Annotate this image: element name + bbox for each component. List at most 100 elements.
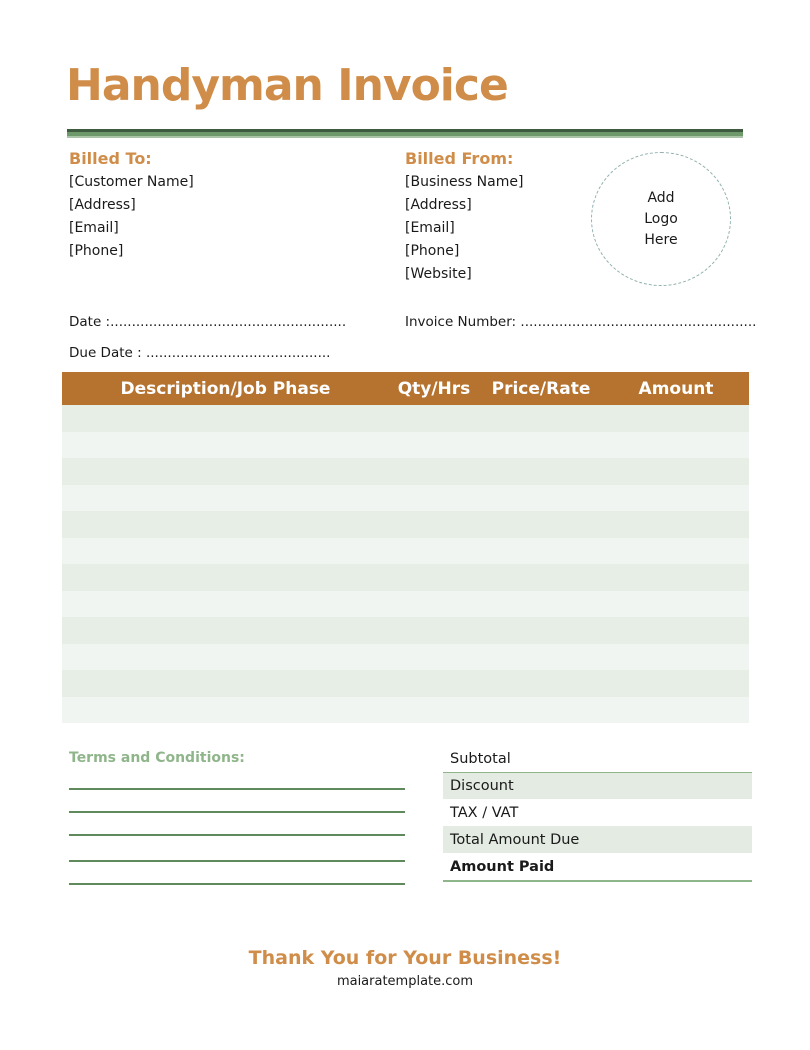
price-cell[interactable]	[479, 432, 603, 459]
description-cell[interactable]	[62, 564, 389, 591]
qty-cell[interactable]	[389, 644, 479, 671]
table-row	[62, 564, 749, 591]
business-website-field[interactable]: [Website]	[405, 263, 523, 286]
amount-cell[interactable]	[603, 670, 749, 697]
qty-cell[interactable]	[389, 697, 479, 724]
description-cell[interactable]	[62, 538, 389, 565]
customer-address-field[interactable]: [Address]	[69, 194, 194, 217]
totals-row-total-due[interactable]: Total Amount Due	[443, 826, 752, 853]
qty-cell[interactable]	[389, 485, 479, 512]
tax-label: TAX / VAT	[450, 804, 519, 821]
customer-name-field[interactable]: [Customer Name]	[69, 171, 194, 194]
date-value[interactable]: ........................................…	[110, 314, 346, 330]
amount-cell[interactable]	[603, 458, 749, 485]
date-field[interactable]: Date :..................................…	[69, 312, 346, 332]
price-cell[interactable]	[479, 538, 603, 565]
website-credit: maiaratemplate.com	[336, 974, 474, 989]
terms-input-line[interactable]	[69, 811, 405, 813]
table-row	[62, 431, 749, 459]
price-cell[interactable]	[479, 617, 603, 644]
totals-row-subtotal[interactable]: Subtotal	[443, 745, 752, 772]
amount-cell[interactable]	[603, 538, 749, 565]
description-cell[interactable]	[62, 485, 389, 512]
terms-input-line[interactable]	[69, 834, 405, 836]
price-cell[interactable]	[479, 405, 603, 432]
terms-input-line[interactable]	[69, 860, 405, 862]
description-cell[interactable]	[62, 591, 389, 618]
amount-cell[interactable]	[603, 564, 749, 591]
qty-cell[interactable]	[389, 432, 479, 459]
invoice-title: Handyman Invoice	[66, 60, 509, 111]
price-cell[interactable]	[479, 670, 603, 697]
table-row	[62, 405, 749, 432]
customer-email-field[interactable]: [Email]	[69, 217, 194, 240]
price-cell[interactable]	[479, 697, 603, 724]
qty-cell[interactable]	[389, 591, 479, 618]
price-cell[interactable]	[479, 458, 603, 485]
qty-cell[interactable]	[389, 458, 479, 485]
table-row	[62, 590, 749, 618]
column-header-qty: Qty/Hrs	[397, 378, 471, 399]
customer-phone-field[interactable]: [Phone]	[69, 240, 194, 263]
logo-placeholder[interactable]: Add Logo Here	[591, 152, 731, 286]
items-table: Description/Job Phase Qty/Hrs Price/Rate…	[62, 372, 749, 723]
totals-row-discount[interactable]: Discount	[443, 772, 752, 799]
terms-heading: Terms and Conditions:	[69, 750, 245, 766]
billed-to-heading: Billed To:	[69, 149, 152, 168]
qty-cell[interactable]	[389, 670, 479, 697]
terms-input-line[interactable]	[69, 883, 405, 885]
qty-cell[interactable]	[389, 511, 479, 538]
price-cell[interactable]	[479, 485, 603, 512]
price-cell[interactable]	[479, 564, 603, 591]
amount-cell[interactable]	[603, 591, 749, 618]
amount-cell[interactable]	[603, 644, 749, 671]
logo-placeholder-line: Here	[644, 231, 678, 248]
description-cell[interactable]	[62, 432, 389, 459]
description-cell[interactable]	[62, 697, 389, 724]
amount-cell[interactable]	[603, 697, 749, 724]
due-date-field[interactable]: Due Date : .............................…	[69, 343, 330, 363]
invoice-number-value[interactable]: ........................................…	[516, 314, 756, 330]
description-cell[interactable]	[62, 644, 389, 671]
subtotal-label: Subtotal	[450, 750, 511, 767]
amount-cell[interactable]	[603, 617, 749, 644]
business-name-field[interactable]: [Business Name]	[405, 171, 523, 194]
qty-cell[interactable]	[389, 617, 479, 644]
billed-from-section: Billed From: [Business Name] [Address] […	[405, 147, 523, 286]
table-row	[62, 484, 749, 512]
description-cell[interactable]	[62, 511, 389, 538]
amount-cell[interactable]	[603, 405, 749, 432]
business-address-field[interactable]: [Address]	[405, 194, 523, 217]
table-row	[62, 696, 749, 724]
amount-cell[interactable]	[603, 511, 749, 538]
business-phone-field[interactable]: [Phone]	[405, 240, 523, 263]
header-divider	[67, 129, 743, 138]
amount-cell[interactable]	[603, 485, 749, 512]
qty-cell[interactable]	[389, 564, 479, 591]
totals-row-tax[interactable]: TAX / VAT	[443, 799, 752, 826]
amount-cell[interactable]	[603, 432, 749, 459]
price-cell[interactable]	[479, 591, 603, 618]
description-cell[interactable]	[62, 405, 389, 432]
due-date-value[interactable]: ........................................…	[142, 345, 331, 361]
description-cell[interactable]	[62, 670, 389, 697]
description-cell[interactable]	[62, 617, 389, 644]
qty-cell[interactable]	[389, 538, 479, 565]
due-date-label: Due Date :	[69, 345, 142, 361]
billed-from-heading: Billed From:	[405, 149, 514, 168]
price-cell[interactable]	[479, 511, 603, 538]
terms-input-line[interactable]	[69, 788, 405, 790]
totals-section: Subtotal Discount TAX / VAT Total Amount…	[443, 745, 752, 882]
table-row	[62, 643, 749, 671]
discount-label: Discount	[450, 778, 514, 794]
qty-cell[interactable]	[389, 405, 479, 432]
totals-row-amount-paid[interactable]: Amount Paid	[443, 853, 752, 880]
invoice-number-field[interactable]: Invoice Number: ........................…	[405, 312, 756, 332]
items-table-body	[62, 405, 749, 723]
total-due-label: Total Amount Due	[450, 831, 580, 848]
description-cell[interactable]	[62, 458, 389, 485]
table-row	[62, 537, 749, 565]
price-cell[interactable]	[479, 644, 603, 671]
table-row	[62, 458, 749, 485]
business-email-field[interactable]: [Email]	[405, 217, 523, 240]
